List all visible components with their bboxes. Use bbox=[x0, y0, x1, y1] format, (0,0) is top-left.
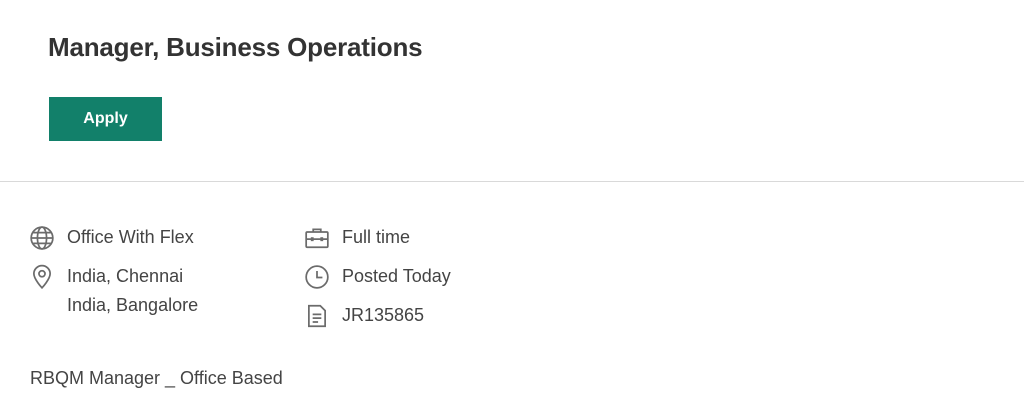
apply-button[interactable]: Apply bbox=[49, 97, 162, 141]
job-title: Manager, Business Operations bbox=[48, 32, 423, 62]
posted-row: Posted Today bbox=[304, 264, 451, 291]
work-mode-label: Office With Flex bbox=[67, 227, 194, 247]
requisition-text: JR135865 bbox=[342, 301, 424, 330]
briefcase-icon bbox=[304, 225, 330, 251]
globe-icon bbox=[29, 225, 55, 251]
requisition-id: JR135865 bbox=[342, 305, 425, 325]
job-summary: RBQM Manager _ Office Based bbox=[30, 368, 283, 388]
work-mode-row: Office With Flex bbox=[29, 225, 194, 252]
job-header: Manager, Business Operations Apply bbox=[0, 0, 1024, 182]
employment-type-label: Full time bbox=[342, 227, 411, 247]
posted-label: Posted Today bbox=[342, 266, 451, 286]
posted-text: Posted Today bbox=[342, 262, 451, 291]
employment-type-row: Full time bbox=[304, 225, 410, 252]
document-icon bbox=[304, 303, 330, 329]
work-mode-text: Office With Flex bbox=[67, 223, 194, 252]
employment-type-text: Full time bbox=[342, 223, 410, 252]
requisition-row: JR135865 bbox=[304, 303, 424, 330]
locations-row: India, Chennai India, Bangalore bbox=[29, 264, 198, 320]
locations-list: India, Chennai India, Bangalore bbox=[67, 262, 198, 320]
clock-icon bbox=[304, 264, 330, 290]
location-item: India, Chennai bbox=[67, 266, 184, 286]
location-item: India, Bangalore bbox=[67, 295, 199, 315]
map-pin-icon bbox=[29, 264, 55, 290]
